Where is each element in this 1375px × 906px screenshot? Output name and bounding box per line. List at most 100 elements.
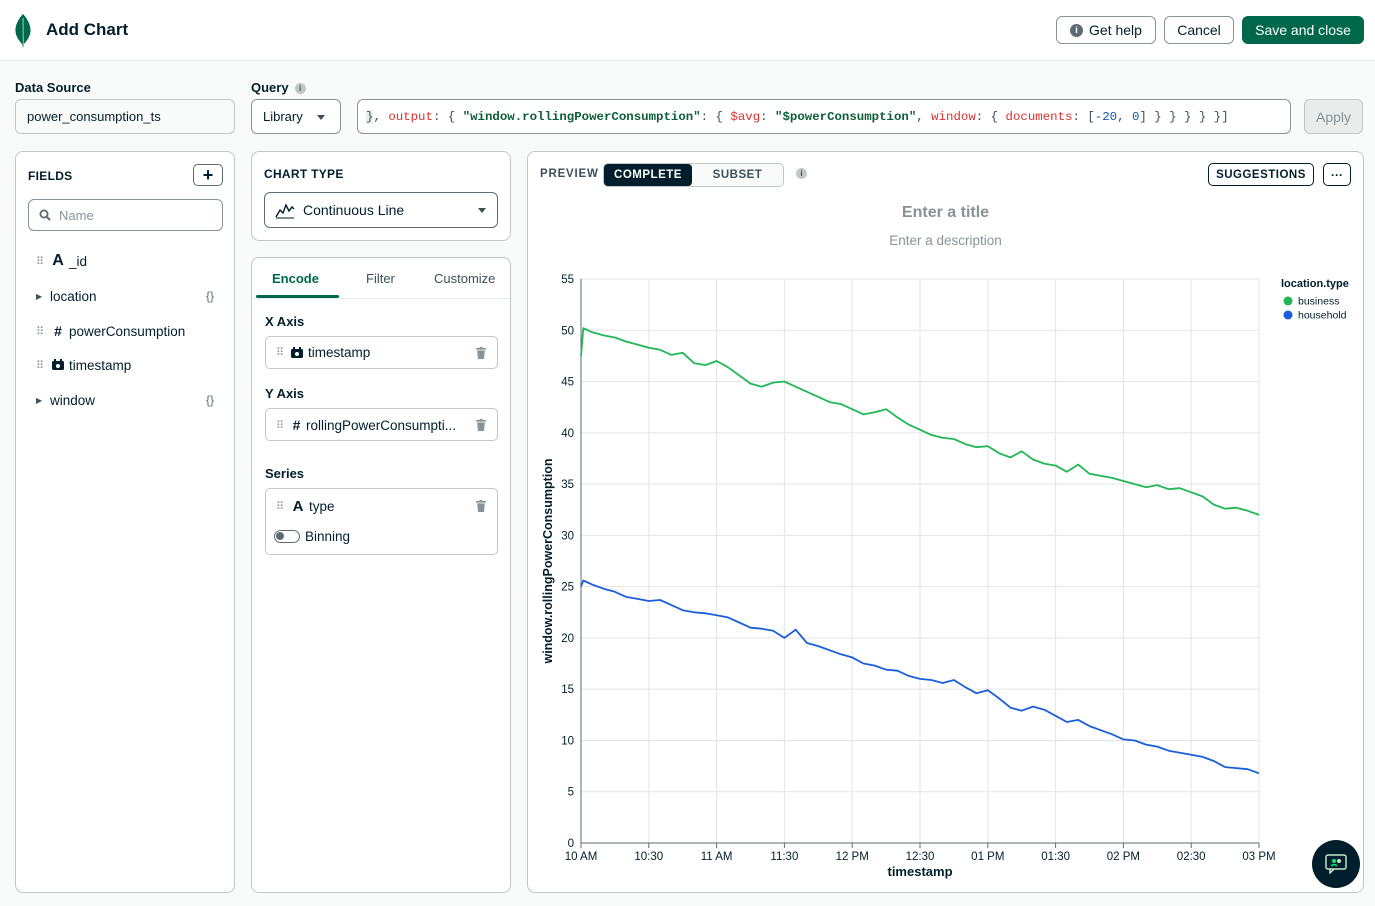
y-tick-label: 45	[561, 377, 574, 389]
cancel-button[interactable]: Cancel	[1164, 16, 1234, 44]
caret-right-icon[interactable]: ▶	[36, 292, 50, 301]
tab-encode[interactable]: Encode	[272, 271, 319, 286]
drag-handle-icon[interactable]: ⠿	[276, 419, 290, 432]
tab-customize[interactable]: Customize	[434, 271, 495, 286]
date-type-icon	[291, 346, 303, 358]
series-field: type	[309, 499, 335, 514]
get-help-label: Get help	[1089, 22, 1142, 38]
data-source-label: Data Source	[15, 80, 91, 95]
y-axis-label: Y Axis	[265, 386, 305, 401]
y-tick-label: 40	[561, 428, 574, 440]
legend-swatch-household[interactable]	[1283, 310, 1293, 320]
trash-icon[interactable]	[476, 347, 486, 359]
drag-handle-icon[interactable]: ⠿	[276, 346, 290, 359]
data-source-input[interactable]: power_consumption_ts	[15, 99, 235, 134]
legend-title: location.type	[1281, 278, 1349, 290]
series-label: Series	[265, 466, 305, 481]
chart-type-dropdown[interactable]: Continuous Line	[264, 192, 498, 228]
x-tick-label: 01 PM	[971, 851, 1004, 863]
x-tick-label: 03 PM	[1242, 851, 1275, 863]
field-name: timestamp	[69, 357, 132, 373]
fields-title: FIELDS	[28, 169, 73, 183]
x-axis-title: timestamp	[887, 864, 952, 879]
save-and-close-button[interactable]: Save and close	[1242, 16, 1364, 44]
binning-toggle[interactable]	[274, 530, 300, 543]
y-axis-encoding[interactable]: ⠿ # rollingPowerConsumpti...	[265, 408, 498, 441]
object-braces-icon: {}	[205, 393, 214, 407]
x-tick-label: 12 PM	[836, 851, 869, 863]
field-item-window[interactable]: ▶ window	[36, 390, 95, 410]
legend-swatch-business[interactable]	[1283, 296, 1293, 306]
preview-panel: PREVIEW COMPLETE SUBSET i SUGGESTIONS ··…	[527, 151, 1364, 893]
data-source-value: power_consumption_ts	[27, 109, 161, 124]
library-label: Library	[263, 109, 303, 124]
apply-button[interactable]: Apply	[1304, 99, 1363, 134]
x-axis-field: timestamp	[308, 345, 371, 360]
field-item-timestamp[interactable]: ⠿ timestamp	[36, 355, 131, 375]
get-help-button[interactable]: i Get help	[1056, 16, 1156, 44]
chat-support-button[interactable]	[1312, 840, 1360, 888]
trash-icon[interactable]	[476, 500, 486, 512]
y-tick-label: 30	[561, 530, 574, 542]
x-tick-label: 11 AM	[701, 851, 733, 863]
x-tick-label: 12:30	[906, 851, 935, 863]
query-label-wrap: Query i	[251, 80, 306, 95]
page-title: Add Chart	[46, 20, 129, 39]
trash-icon[interactable]	[476, 419, 486, 431]
chevron-down-icon	[317, 115, 325, 120]
y-tick-label: 0	[568, 838, 574, 850]
tab-filter[interactable]: Filter	[366, 271, 395, 286]
encode-tabs: Encode Filter Customize	[252, 258, 510, 299]
binning-label: Binning	[305, 529, 351, 544]
y-axis-title: window.rollingPowerConsumption	[541, 458, 555, 664]
chat-icon	[1325, 854, 1347, 874]
drag-handle-icon[interactable]: ⠿	[36, 255, 50, 268]
y-tick-label: 25	[561, 582, 574, 594]
legend-label-household[interactable]: household	[1298, 310, 1347, 322]
info-icon: i	[1070, 23, 1084, 37]
string-type-icon: A	[292, 498, 304, 515]
object-braces-icon: {}	[205, 289, 214, 303]
drag-handle-icon[interactable]: ⠿	[36, 359, 50, 372]
field-name: _id	[69, 253, 88, 269]
library-dropdown[interactable]: Library	[251, 99, 341, 134]
caret-right-icon[interactable]: ▶	[36, 396, 50, 405]
query-label: Query	[251, 80, 289, 95]
number-type-icon: #	[292, 417, 301, 433]
x-axis-encoding[interactable]: ⠿ timestamp	[265, 336, 498, 369]
number-type-icon: #	[54, 323, 62, 339]
x-tick-label: 02:30	[1177, 851, 1206, 863]
header-bar: Add Chart i Get help Cancel Save and clo…	[0, 0, 1375, 61]
field-item-location[interactable]: ▶ location	[36, 286, 97, 306]
query-editor[interactable]: }, output: { "window.rollingPowerConsump…	[357, 99, 1291, 134]
string-type-icon: A	[52, 252, 64, 269]
active-tab-indicator	[256, 295, 339, 298]
y-axis-field: rollingPowerConsumpti...	[306, 417, 457, 433]
field-item-id[interactable]: ⠿ A _id	[36, 251, 87, 271]
y-tick-label: 20	[561, 633, 574, 645]
search-icon	[39, 209, 51, 221]
legend-label-business[interactable]: business	[1298, 296, 1339, 308]
date-type-icon	[52, 359, 64, 370]
chart-type-title: CHART TYPE	[264, 167, 344, 181]
add-field-button[interactable]: +	[193, 164, 223, 186]
series-encoding[interactable]: ⠿ A type Binning	[265, 488, 498, 555]
line-chart-icon	[275, 203, 295, 219]
drag-handle-icon[interactable]: ⠿	[36, 325, 50, 338]
fields-panel: FIELDS + Name ⠿ A _id ▶ location {} ⠿ # …	[15, 151, 235, 893]
x-axis-label: X Axis	[265, 314, 305, 329]
chevron-down-icon	[478, 208, 486, 213]
y-tick-label: 55	[561, 274, 574, 286]
chart-type-panel: CHART TYPE Continuous Line	[251, 151, 511, 241]
mongodb-leaf-logo	[15, 14, 31, 48]
x-tick-label: 11:30	[770, 851, 798, 863]
field-name: location	[50, 288, 97, 304]
query-info-icon[interactable]: i	[294, 83, 306, 95]
drag-handle-icon[interactable]: ⠿	[276, 500, 290, 513]
field-item-powerconsumption[interactable]: ⠿ # powerConsumption	[36, 321, 185, 341]
line-chart: 0 5 10 15 20 25 30 35 40 45 50 55 10 AM 10:30 11 AM 11:…	[541, 274, 1349, 879]
x-tick-label: 02 PM	[1107, 851, 1140, 863]
y-tick-label: 5	[568, 787, 574, 799]
y-tick-label: 35	[561, 479, 574, 491]
field-search-input[interactable]: Name	[28, 199, 223, 231]
